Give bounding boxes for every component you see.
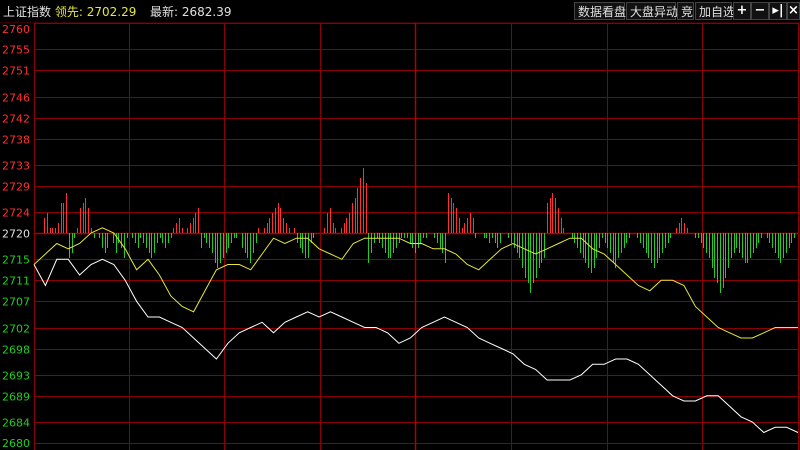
y-tick-label: 2720	[2, 228, 30, 241]
y-tick-label: 2702	[2, 323, 30, 336]
intraday-chart[interactable]: 2760 2755 2751 2746 2742 2738 2733 2729 2724 2720…	[0, 0, 800, 450]
y-tick-label: 2711	[2, 275, 30, 288]
y-tick-label: 2742	[2, 113, 30, 126]
close-icon[interactable]: ×	[787, 2, 800, 20]
market-alert-button[interactable]: 大盘异动	[626, 2, 678, 20]
y-tick-label: 2684	[2, 417, 30, 430]
quote-title: 上证指数 领先: 2702.29 最新: 2682.39	[3, 3, 232, 20]
lead-label: 领先:	[54, 5, 83, 19]
y-tick-label: 2715	[2, 254, 30, 267]
y-tick-label: 2680	[2, 437, 30, 450]
y-tick-label: 2724	[2, 207, 30, 220]
y-tick-label: 2760	[2, 23, 30, 36]
y-tick-label: 2707	[2, 296, 30, 309]
y-tick-label: 2698	[2, 344, 30, 357]
y-tick-label: 2693	[2, 370, 30, 383]
y-tick-label: 2755	[2, 44, 30, 57]
lead-value: 2702.29	[86, 5, 137, 19]
y-tick-label: 2738	[2, 134, 30, 147]
chart-header: 上证指数 领先: 2702.29 最新: 2682.39 数据看盘 大盘异动 竞…	[0, 0, 800, 23]
y-tick-label: 2689	[2, 391, 30, 404]
latest-label: 最新:	[150, 5, 179, 19]
auction-button[interactable]: 竞	[677, 2, 694, 20]
index-name: 上证指数	[3, 5, 52, 19]
minus-icon[interactable]: −	[751, 2, 769, 20]
arrow-right-bar-icon[interactable]: ▸|	[769, 2, 787, 20]
y-tick-label: 2733	[2, 160, 30, 173]
y-tick-label: 2746	[2, 92, 30, 105]
data-view-button[interactable]: 数据看盘	[574, 2, 626, 20]
plus-icon[interactable]: +	[733, 2, 751, 20]
y-tick-label: 2751	[2, 65, 30, 78]
add-favorite-button[interactable]: 加自选	[695, 2, 735, 20]
y-tick-label: 2729	[2, 181, 30, 194]
latest-value: 2682.39	[181, 5, 232, 19]
